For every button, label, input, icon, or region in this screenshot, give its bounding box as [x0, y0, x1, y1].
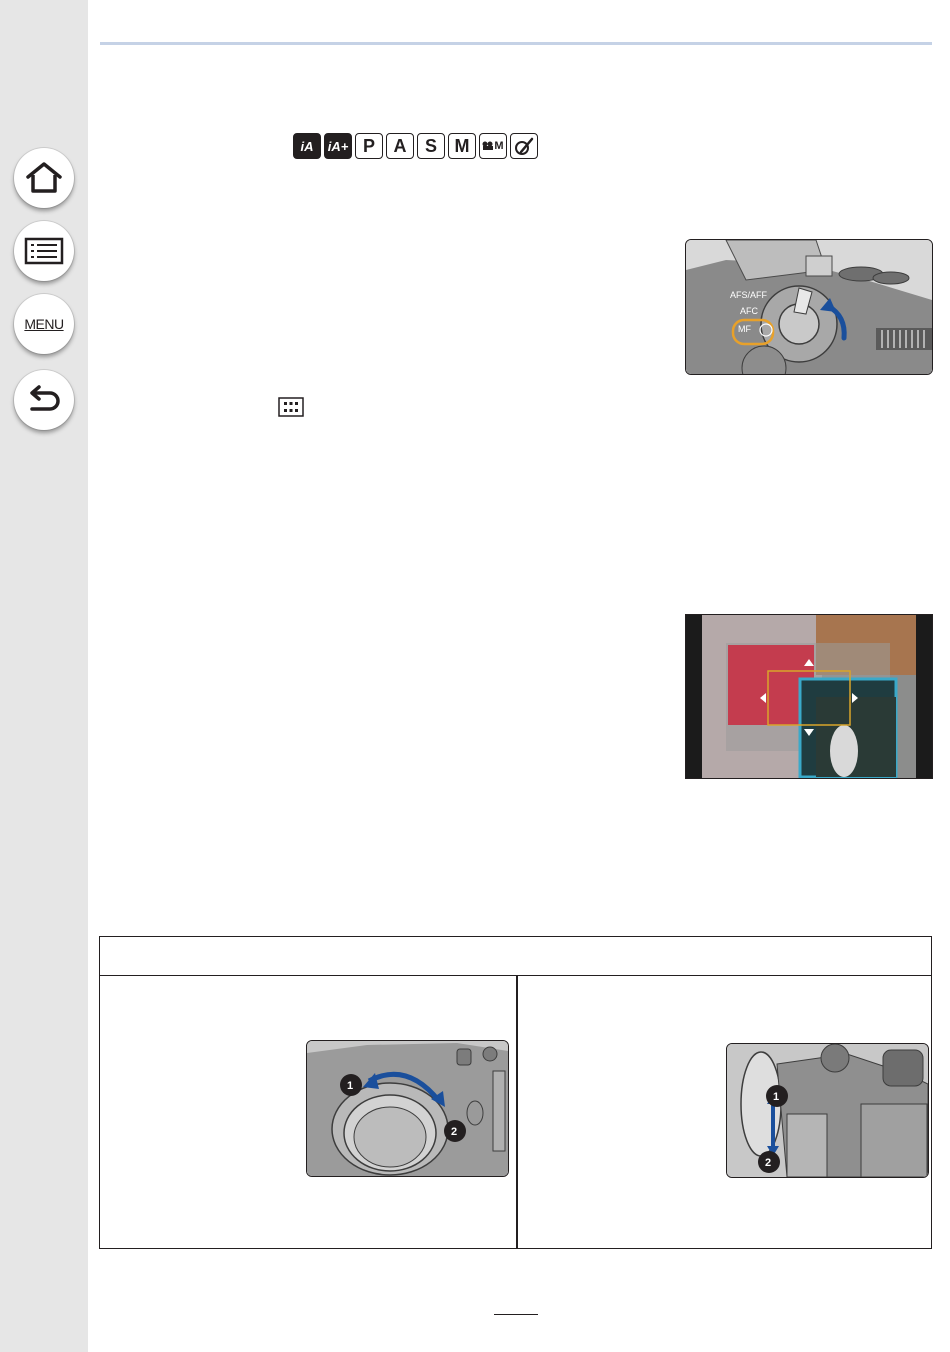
mf-label: MF: [738, 324, 751, 334]
afc-label: AFC: [740, 306, 759, 316]
mf-assist-screen-illustration: [685, 614, 933, 779]
table-header-row: [100, 937, 931, 976]
focus-lever-illustration: 1 2: [726, 1043, 929, 1178]
menu-button[interactable]: MENU: [14, 294, 74, 354]
afs-aff-label: AFS/AFF: [730, 290, 768, 300]
focus-ring-table: 1 2 1 2: [99, 936, 932, 1249]
program-ae-icon: P: [355, 133, 383, 159]
af-area-grid-icon: [278, 397, 304, 417]
back-button[interactable]: [14, 370, 74, 430]
focus-mode-lever-illustration: AFS/AFF AFC MF: [685, 239, 933, 375]
page-number: [494, 1300, 538, 1315]
recording-mode-icons: iA iA+ P A S M M: [293, 133, 538, 159]
manual-exposure-icon: M: [448, 133, 476, 159]
aperture-priority-icon: A: [386, 133, 414, 159]
svg-text:1: 1: [347, 1080, 353, 1092]
home-icon: [26, 162, 62, 193]
contents-button[interactable]: [14, 221, 74, 281]
svg-text:1: 1: [773, 1091, 779, 1103]
svg-text:2: 2: [451, 1126, 457, 1138]
focus-ring-illustration: 1 2: [306, 1040, 509, 1177]
creative-video-icon: M: [479, 133, 507, 159]
shutter-priority-icon: S: [417, 133, 445, 159]
table-column-divider: [516, 976, 518, 1248]
home-button[interactable]: [14, 148, 74, 208]
header-rule: [100, 42, 932, 45]
back-arrow-icon: [30, 385, 60, 411]
intelligent-auto-plus-icon: iA+: [324, 133, 352, 159]
intelligent-auto-icon: iA: [293, 133, 321, 159]
svg-text:2: 2: [765, 1157, 771, 1169]
creative-control-icon: [510, 133, 538, 159]
menu-label: MENU: [24, 316, 64, 332]
table-of-contents-icon: [24, 237, 64, 265]
sidebar: MENU: [0, 0, 88, 1352]
